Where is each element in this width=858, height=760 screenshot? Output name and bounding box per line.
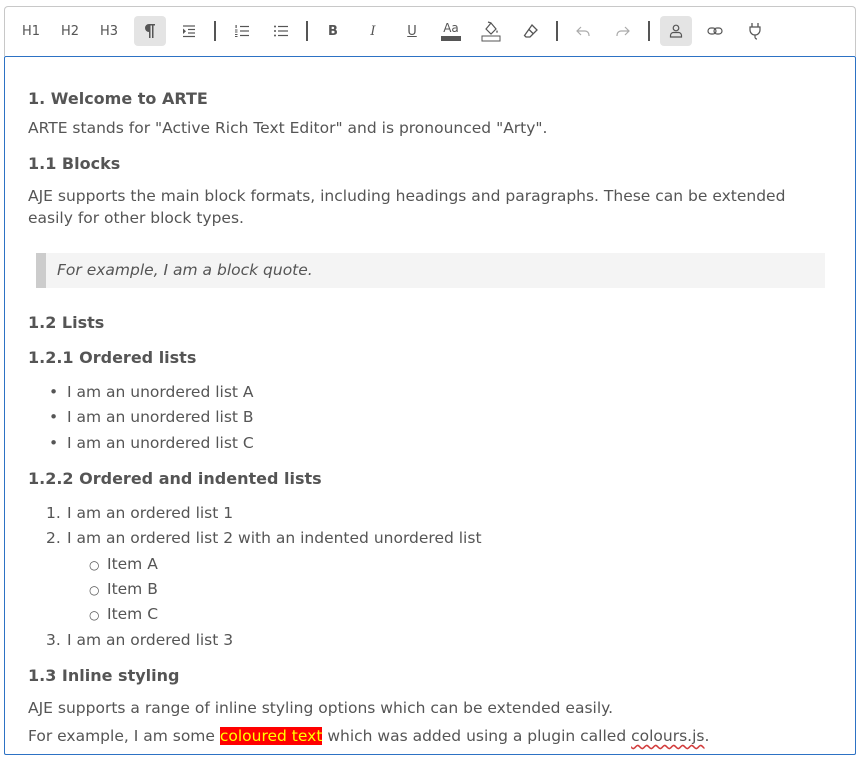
circle-marker: ○: [89, 558, 100, 572]
ordered-marker: 1.: [46, 504, 61, 522]
list-item: I am an ordered list 2 with an indented …: [67, 529, 482, 547]
heading-1-button[interactable]: H1: [13, 16, 49, 46]
ordered-list-icon: [235, 25, 249, 37]
paragraph-icon: [145, 24, 155, 38]
heading-lists: 1.2 Lists: [28, 313, 105, 332]
ordered-list-button[interactable]: [226, 16, 258, 46]
heading-3-button[interactable]: H3: [91, 16, 127, 46]
list-item: I am an unordered list B: [67, 408, 254, 426]
heading-ordered-indented-lists: 1.2.2 Ordered and indented lists: [28, 469, 322, 488]
redo-icon: [616, 26, 630, 36]
list-item: I am an ordered list 1: [67, 504, 234, 522]
coloured-text-highlight: coloured text: [219, 727, 323, 745]
toolbar-separator: [306, 21, 308, 41]
toolbar-separator: [214, 21, 216, 41]
circle-marker: ○: [89, 608, 100, 622]
plugin-icon: [749, 23, 761, 40]
editor-toolbar: H1 H2 H3 B I U Aa: [4, 6, 856, 56]
paragraph-blocks-line-2: easily for other block types.: [28, 209, 244, 227]
paragraph-intro: ARTE stands for "Active Rich Text Editor…: [28, 119, 548, 137]
paragraph-button[interactable]: [134, 16, 166, 46]
fill-color-icon: [481, 21, 501, 42]
paragraph-inline: AJE supports a range of inline styling o…: [28, 699, 614, 717]
example-text-middle: which was added using a plugin called: [322, 727, 632, 745]
example-text-before: For example, I am some: [28, 727, 220, 745]
undo-icon: [576, 26, 590, 36]
italic-button[interactable]: I: [357, 16, 389, 46]
font-color-button[interactable]: Aa: [435, 16, 467, 46]
toolbar-separator: [556, 21, 558, 41]
undo-button[interactable]: [567, 16, 599, 46]
user-icon: [669, 24, 683, 38]
example-text-after: .: [704, 727, 710, 745]
ordered-marker: 3.: [46, 631, 61, 649]
heading-ordered-lists: 1.2.1 Ordered lists: [28, 348, 197, 367]
plugin-name-misspelled: colours.js: [631, 727, 705, 745]
plugin-button[interactable]: [739, 16, 771, 46]
eraser-button[interactable]: [515, 16, 547, 46]
heading-blocks: 1.1 Blocks: [28, 154, 121, 173]
font-color-icon: [441, 36, 461, 41]
bullet-marker: •: [49, 434, 59, 452]
block-quote-text: For example, I am a block quote.: [57, 261, 313, 279]
eraser-icon: [523, 23, 538, 38]
font-size-label: Aa: [443, 21, 459, 35]
editor-content[interactable]: 1. Welcome to ARTE ARTE stands for "Acti…: [4, 56, 856, 755]
underline-button[interactable]: U: [396, 16, 428, 46]
link-button[interactable]: [699, 16, 731, 46]
circle-marker: ○: [89, 583, 100, 597]
nested-list-item: Item C: [107, 605, 159, 623]
user-button[interactable]: [660, 16, 692, 46]
unordered-list-button[interactable]: [265, 16, 297, 46]
toolbar-separator: [648, 21, 650, 41]
bold-button[interactable]: B: [317, 16, 349, 46]
heading-2-button[interactable]: H2: [52, 16, 88, 46]
bullet-marker: •: [49, 383, 59, 401]
paragraph-example: For example, I am some coloured text whi…: [28, 727, 709, 745]
indent-icon: [183, 25, 195, 38]
block-quote: For example, I am a block quote.: [36, 253, 825, 288]
paragraph-blocks-line-1: AJE supports the main block formats, inc…: [28, 187, 786, 205]
nested-list-item: Item A: [107, 555, 158, 573]
list-item: I am an ordered list 3: [67, 631, 234, 649]
nested-list-item: Item B: [107, 580, 158, 598]
list-item: I am an unordered list A: [67, 383, 254, 401]
link-icon: [707, 27, 723, 35]
heading-welcome: 1. Welcome to ARTE: [28, 89, 208, 108]
fill-color-button[interactable]: [475, 16, 507, 46]
unordered-list-icon: [274, 25, 288, 37]
ordered-marker: 2.: [46, 529, 61, 547]
indent-button[interactable]: [173, 16, 205, 46]
heading-inline-styling: 1.3 Inline styling: [28, 666, 180, 685]
list-item: I am an unordered list C: [67, 434, 254, 452]
redo-button[interactable]: [607, 16, 639, 46]
bullet-marker: •: [49, 408, 59, 426]
